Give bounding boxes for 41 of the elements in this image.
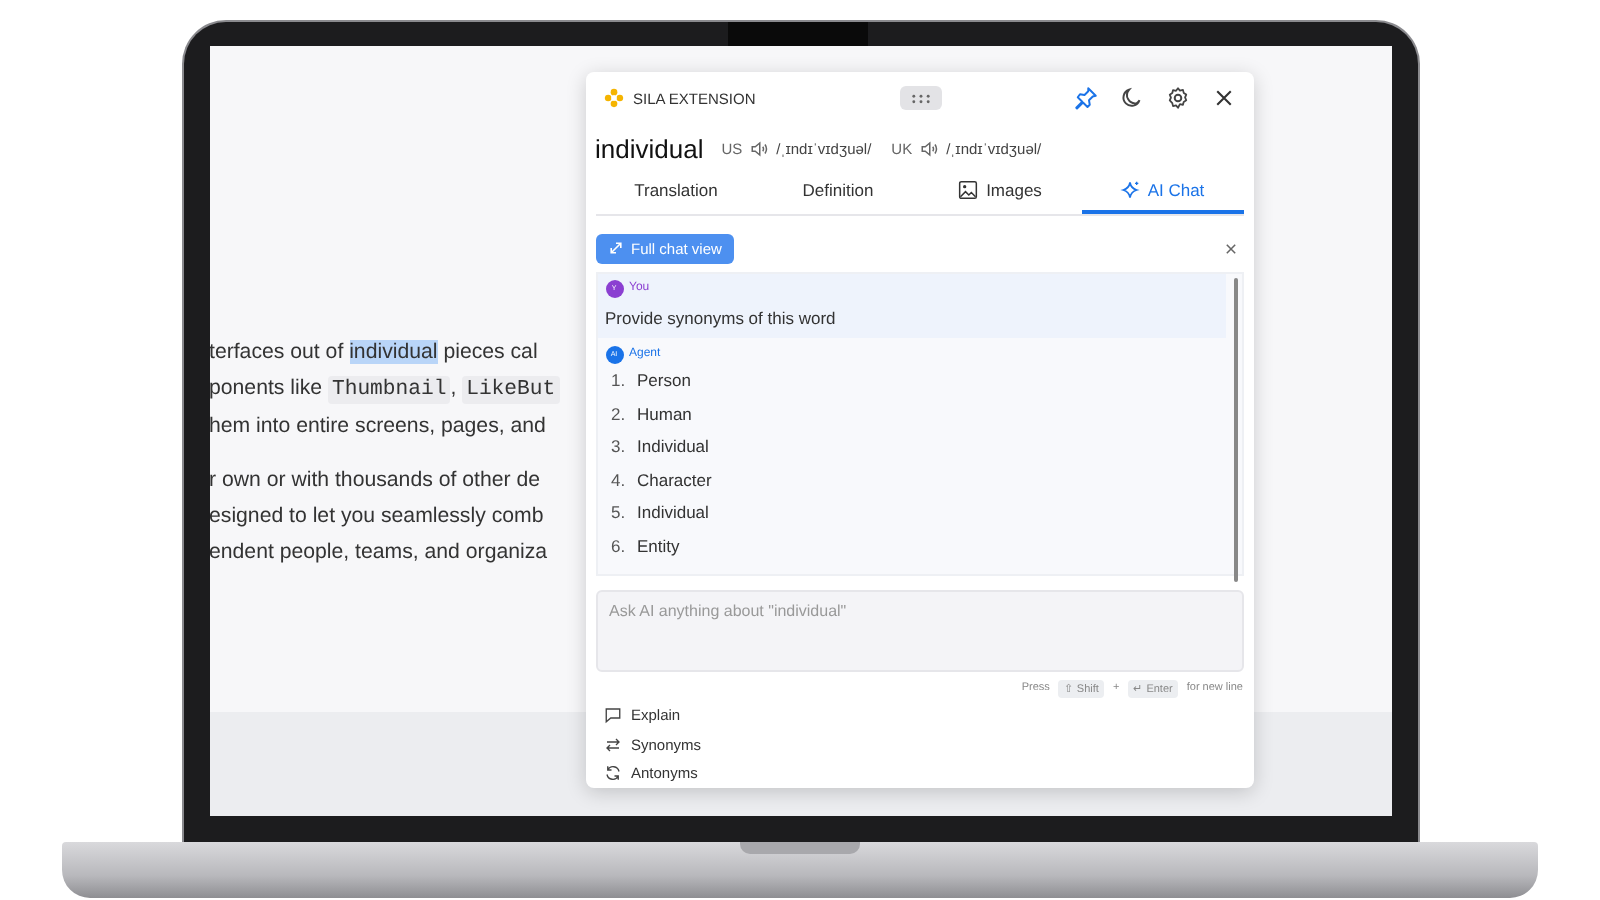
- list-item: Human: [637, 403, 692, 424]
- settings-icon[interactable]: [1165, 86, 1189, 111]
- text-line: endent people, teams, and organiza: [209, 538, 548, 568]
- speaker-icon[interactable]: [750, 139, 769, 158]
- expand-icon: [607, 240, 623, 257]
- close-icon[interactable]: [1211, 86, 1235, 111]
- list-number: 6.: [611, 535, 625, 556]
- tab[interactable]: Translation: [595, 169, 757, 214]
- moon-icon[interactable]: [1119, 86, 1143, 111]
- text-line: terfaces out of individual pieces cal: [209, 338, 538, 368]
- swap-arrows-icon: [603, 735, 621, 754]
- text-line: esigned to let you seamlessly comb: [209, 502, 544, 532]
- speaker-icon[interactable]: [920, 139, 939, 158]
- flower-icon: [603, 88, 623, 109]
- list-item: Individual: [637, 502, 709, 523]
- list-item: Person: [637, 370, 691, 391]
- tab[interactable]: AI Chat: [1081, 169, 1243, 214]
- list-item: Entity: [637, 535, 680, 556]
- text-line: ponents like Thumbnail , LikeBut: [209, 374, 560, 408]
- pin-icon[interactable]: [1073, 86, 1097, 111]
- list-number: 5.: [611, 502, 625, 523]
- comment-icon: [603, 706, 621, 725]
- close-icon[interactable]: [1223, 241, 1237, 256]
- text-line: r own or with thousands of other de: [209, 466, 540, 496]
- list-number: 4.: [611, 469, 625, 490]
- list-item: Character: [637, 469, 712, 490]
- tab[interactable]: Definition: [757, 169, 919, 214]
- message-text: Provide synonyms of this word: [605, 307, 838, 328]
- list-number: 3.: [611, 436, 625, 457]
- list-item: Individual: [637, 436, 709, 457]
- image-icon: [958, 179, 979, 200]
- tab[interactable]: Images: [919, 169, 1081, 214]
- list-number: 2.: [611, 403, 625, 424]
- list-number: 1.: [611, 370, 625, 391]
- drag-handle[interactable]: [899, 86, 942, 111]
- scrollbar[interactable]: [1233, 277, 1237, 582]
- sparkle-icon: [1119, 179, 1140, 200]
- text-line: hem into entire screens, pages, and: [209, 412, 546, 442]
- headword: individual: [595, 133, 704, 164]
- chat-input[interactable]: Ask AI anything about "individual": [595, 590, 1243, 671]
- refresh-icon: [603, 764, 621, 783]
